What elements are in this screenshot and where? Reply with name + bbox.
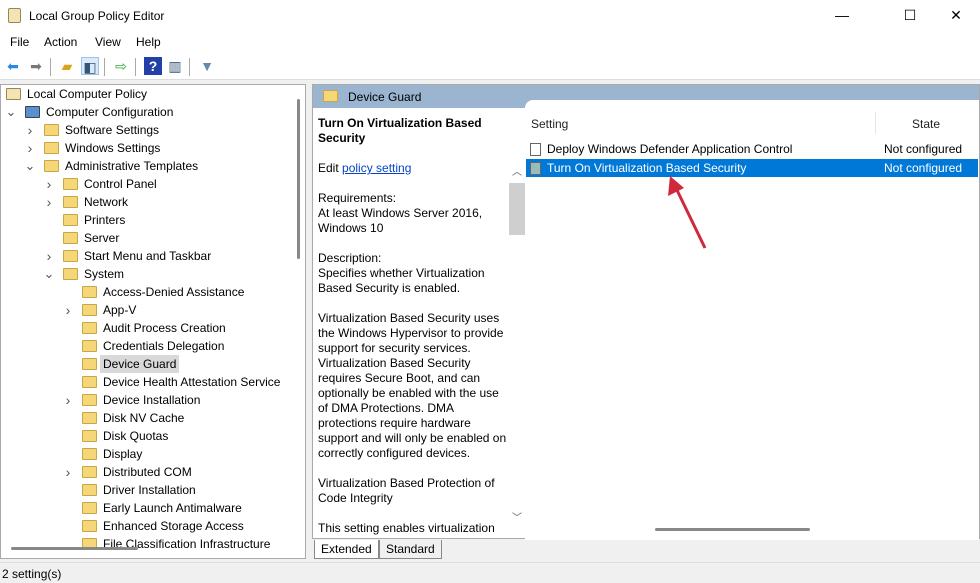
tab-extended[interactable]: Extended	[314, 540, 379, 559]
status-text: 2 setting(s)	[2, 567, 62, 581]
tab-standard[interactable]: Standard	[379, 540, 442, 559]
red-arrow-annotation	[668, 176, 707, 249]
status-bar: 2 setting(s)	[0, 562, 980, 583]
